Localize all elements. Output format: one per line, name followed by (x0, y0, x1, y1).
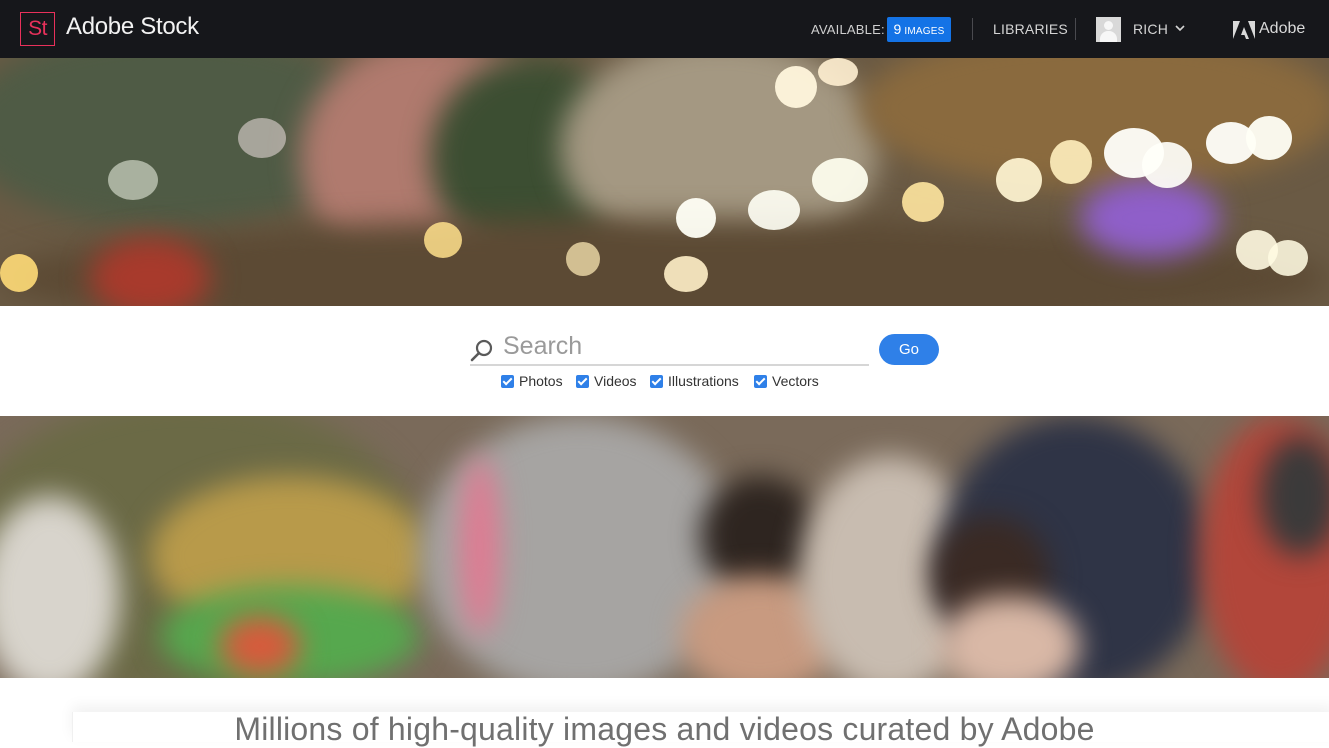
bokeh-light (1050, 140, 1092, 184)
search-icon (470, 339, 493, 362)
bokeh-light (1246, 116, 1292, 160)
bokeh-light (424, 222, 462, 258)
illustrations-checkbox[interactable] (650, 374, 663, 388)
page-headline: Millions of high-quality images and vide… (234, 711, 1095, 747)
available-unit: IMAGES (904, 26, 945, 37)
available-count: 9 (893, 21, 902, 37)
photos-checkbox[interactable] (501, 374, 514, 388)
filter-illustrations[interactable]: Illustrations (650, 373, 739, 389)
username-menu[interactable]: RICH (1133, 21, 1168, 37)
bokeh-light (1268, 240, 1308, 276)
hero-blur (460, 456, 500, 636)
bokeh-light (676, 198, 716, 238)
go-button[interactable]: Go (879, 334, 939, 365)
bokeh-light (902, 182, 944, 222)
nav-divider (1075, 18, 1076, 40)
search-underline (470, 364, 869, 366)
adobe-link[interactable]: Adobe (1259, 20, 1305, 38)
bokeh-light (664, 256, 708, 292)
adobe-stock-logo[interactable]: St (20, 12, 55, 46)
bokeh-light (108, 160, 158, 200)
videos-checkbox[interactable] (576, 374, 589, 388)
libraries-link[interactable]: LIBRARIES (993, 21, 1068, 37)
hero-blur (1080, 178, 1220, 258)
hero-blur (220, 616, 300, 676)
bokeh-light (566, 242, 600, 276)
avatar-head (1104, 21, 1113, 30)
user-avatar-icon[interactable] (1096, 17, 1121, 42)
filter-vectors[interactable]: Vectors (754, 373, 819, 389)
bokeh-light (238, 118, 286, 158)
nav-divider (972, 18, 973, 40)
hero-image-bottom (0, 416, 1329, 678)
bokeh-light (0, 254, 38, 292)
filter-videos[interactable]: Videos (576, 373, 637, 389)
bokeh-light (812, 158, 868, 202)
available-label: AVAILABLE: (811, 22, 885, 37)
bokeh-light (818, 58, 858, 86)
filter-label: Videos (594, 373, 637, 389)
adobe-logo-icon[interactable] (1233, 21, 1255, 39)
hero-image-top (0, 58, 1329, 306)
available-images-badge[interactable]: 9 IMAGES (887, 17, 951, 42)
top-navigation-bar: St Adobe Stock AVAILABLE: 9 IMAGES LIBRAR… (0, 0, 1329, 58)
chevron-down-icon[interactable] (1174, 22, 1186, 34)
vectors-checkbox[interactable] (754, 374, 767, 388)
bokeh-light (748, 190, 800, 230)
filter-label: Photos (519, 373, 563, 389)
bokeh-light (996, 158, 1042, 202)
filter-label: Illustrations (668, 373, 739, 389)
avatar-shoulders (1100, 31, 1117, 42)
bokeh-light (775, 66, 817, 108)
brand-name[interactable]: Adobe Stock (66, 13, 199, 41)
bokeh-light (1142, 142, 1192, 188)
filter-photos[interactable]: Photos (501, 373, 563, 389)
search-input[interactable] (503, 328, 869, 364)
filter-label: Vectors (772, 373, 819, 389)
